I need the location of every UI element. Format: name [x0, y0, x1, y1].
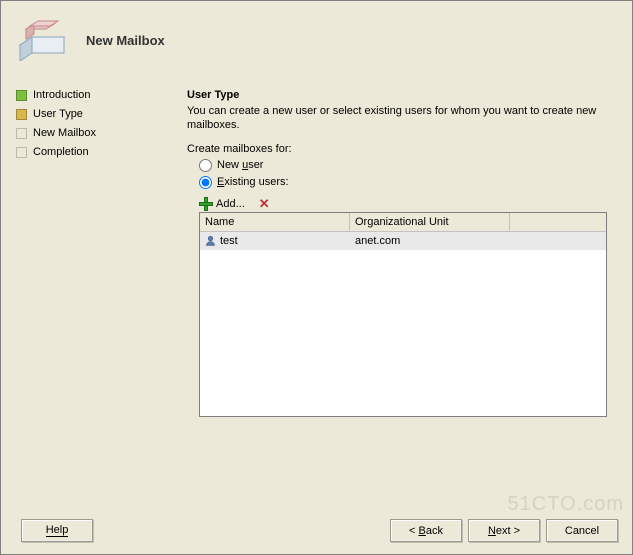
table-header: Name Organizational Unit — [200, 213, 606, 232]
wizard-main-panel: User Type You can create a new user or s… — [187, 89, 607, 417]
step-introduction: Introduction — [16, 89, 156, 101]
remove-button[interactable]: ✕ — [259, 197, 270, 210]
step-status-icon — [16, 147, 27, 158]
radio-new-user-input[interactable] — [199, 159, 212, 172]
wizard-header: New Mailbox — [16, 19, 165, 61]
column-header-spacer — [510, 213, 606, 231]
radio-new-user-label: New user — [217, 159, 263, 171]
step-status-icon — [16, 109, 27, 120]
wizard-title: New Mailbox — [86, 33, 165, 48]
step-status-icon — [16, 128, 27, 139]
help-area: Help — [21, 519, 93, 542]
column-header-name[interactable]: Name — [200, 213, 350, 231]
add-button-label: Add... — [216, 198, 245, 210]
radio-existing-users-label: Existing users: — [217, 176, 289, 188]
radio-existing-users[interactable]: Existing users: — [199, 176, 607, 189]
cell-ou: anet.com — [350, 235, 510, 247]
radio-existing-users-input[interactable] — [199, 176, 212, 189]
step-label: Completion — [33, 146, 89, 158]
step-status-icon — [16, 90, 27, 101]
help-button[interactable]: Help — [21, 519, 93, 542]
step-label: Introduction — [33, 89, 90, 101]
radio-new-user[interactable]: New user — [199, 159, 607, 172]
watermark: 51CTO.com — [508, 493, 624, 516]
wizard-steps-sidebar: Introduction User Type New Mailbox Compl… — [16, 89, 156, 165]
step-label: User Type — [33, 108, 83, 120]
wizard-nav-buttons: < Back Next > Cancel — [390, 519, 618, 542]
x-icon: ✕ — [259, 196, 270, 211]
step-user-type: User Type — [16, 108, 156, 120]
plus-icon — [199, 197, 213, 211]
wizard-window: New Mailbox Introduction User Type New M… — [0, 0, 633, 555]
step-completion: Completion — [16, 146, 156, 158]
create-mailboxes-label: Create mailboxes for: — [187, 143, 607, 155]
back-button[interactable]: < Back — [390, 519, 462, 542]
step-new-mailbox: New Mailbox — [16, 127, 156, 139]
column-header-ou[interactable]: Organizational Unit — [350, 213, 510, 231]
user-icon — [205, 235, 216, 246]
page-heading: User Type — [187, 89, 607, 101]
mailbox-icon — [16, 19, 74, 61]
users-table[interactable]: Name Organizational Unit test anet.com — [199, 212, 607, 417]
users-toolbar: Add... ✕ — [199, 197, 607, 211]
cell-name: test — [200, 235, 350, 247]
table-row[interactable]: test anet.com — [200, 232, 606, 250]
cancel-button[interactable]: Cancel — [546, 519, 618, 542]
cell-name-text: test — [220, 235, 238, 247]
next-button[interactable]: Next > — [468, 519, 540, 542]
page-description: You can create a new user or select exis… — [187, 104, 607, 133]
add-button[interactable]: Add... — [199, 197, 245, 211]
step-label: New Mailbox — [33, 127, 96, 139]
